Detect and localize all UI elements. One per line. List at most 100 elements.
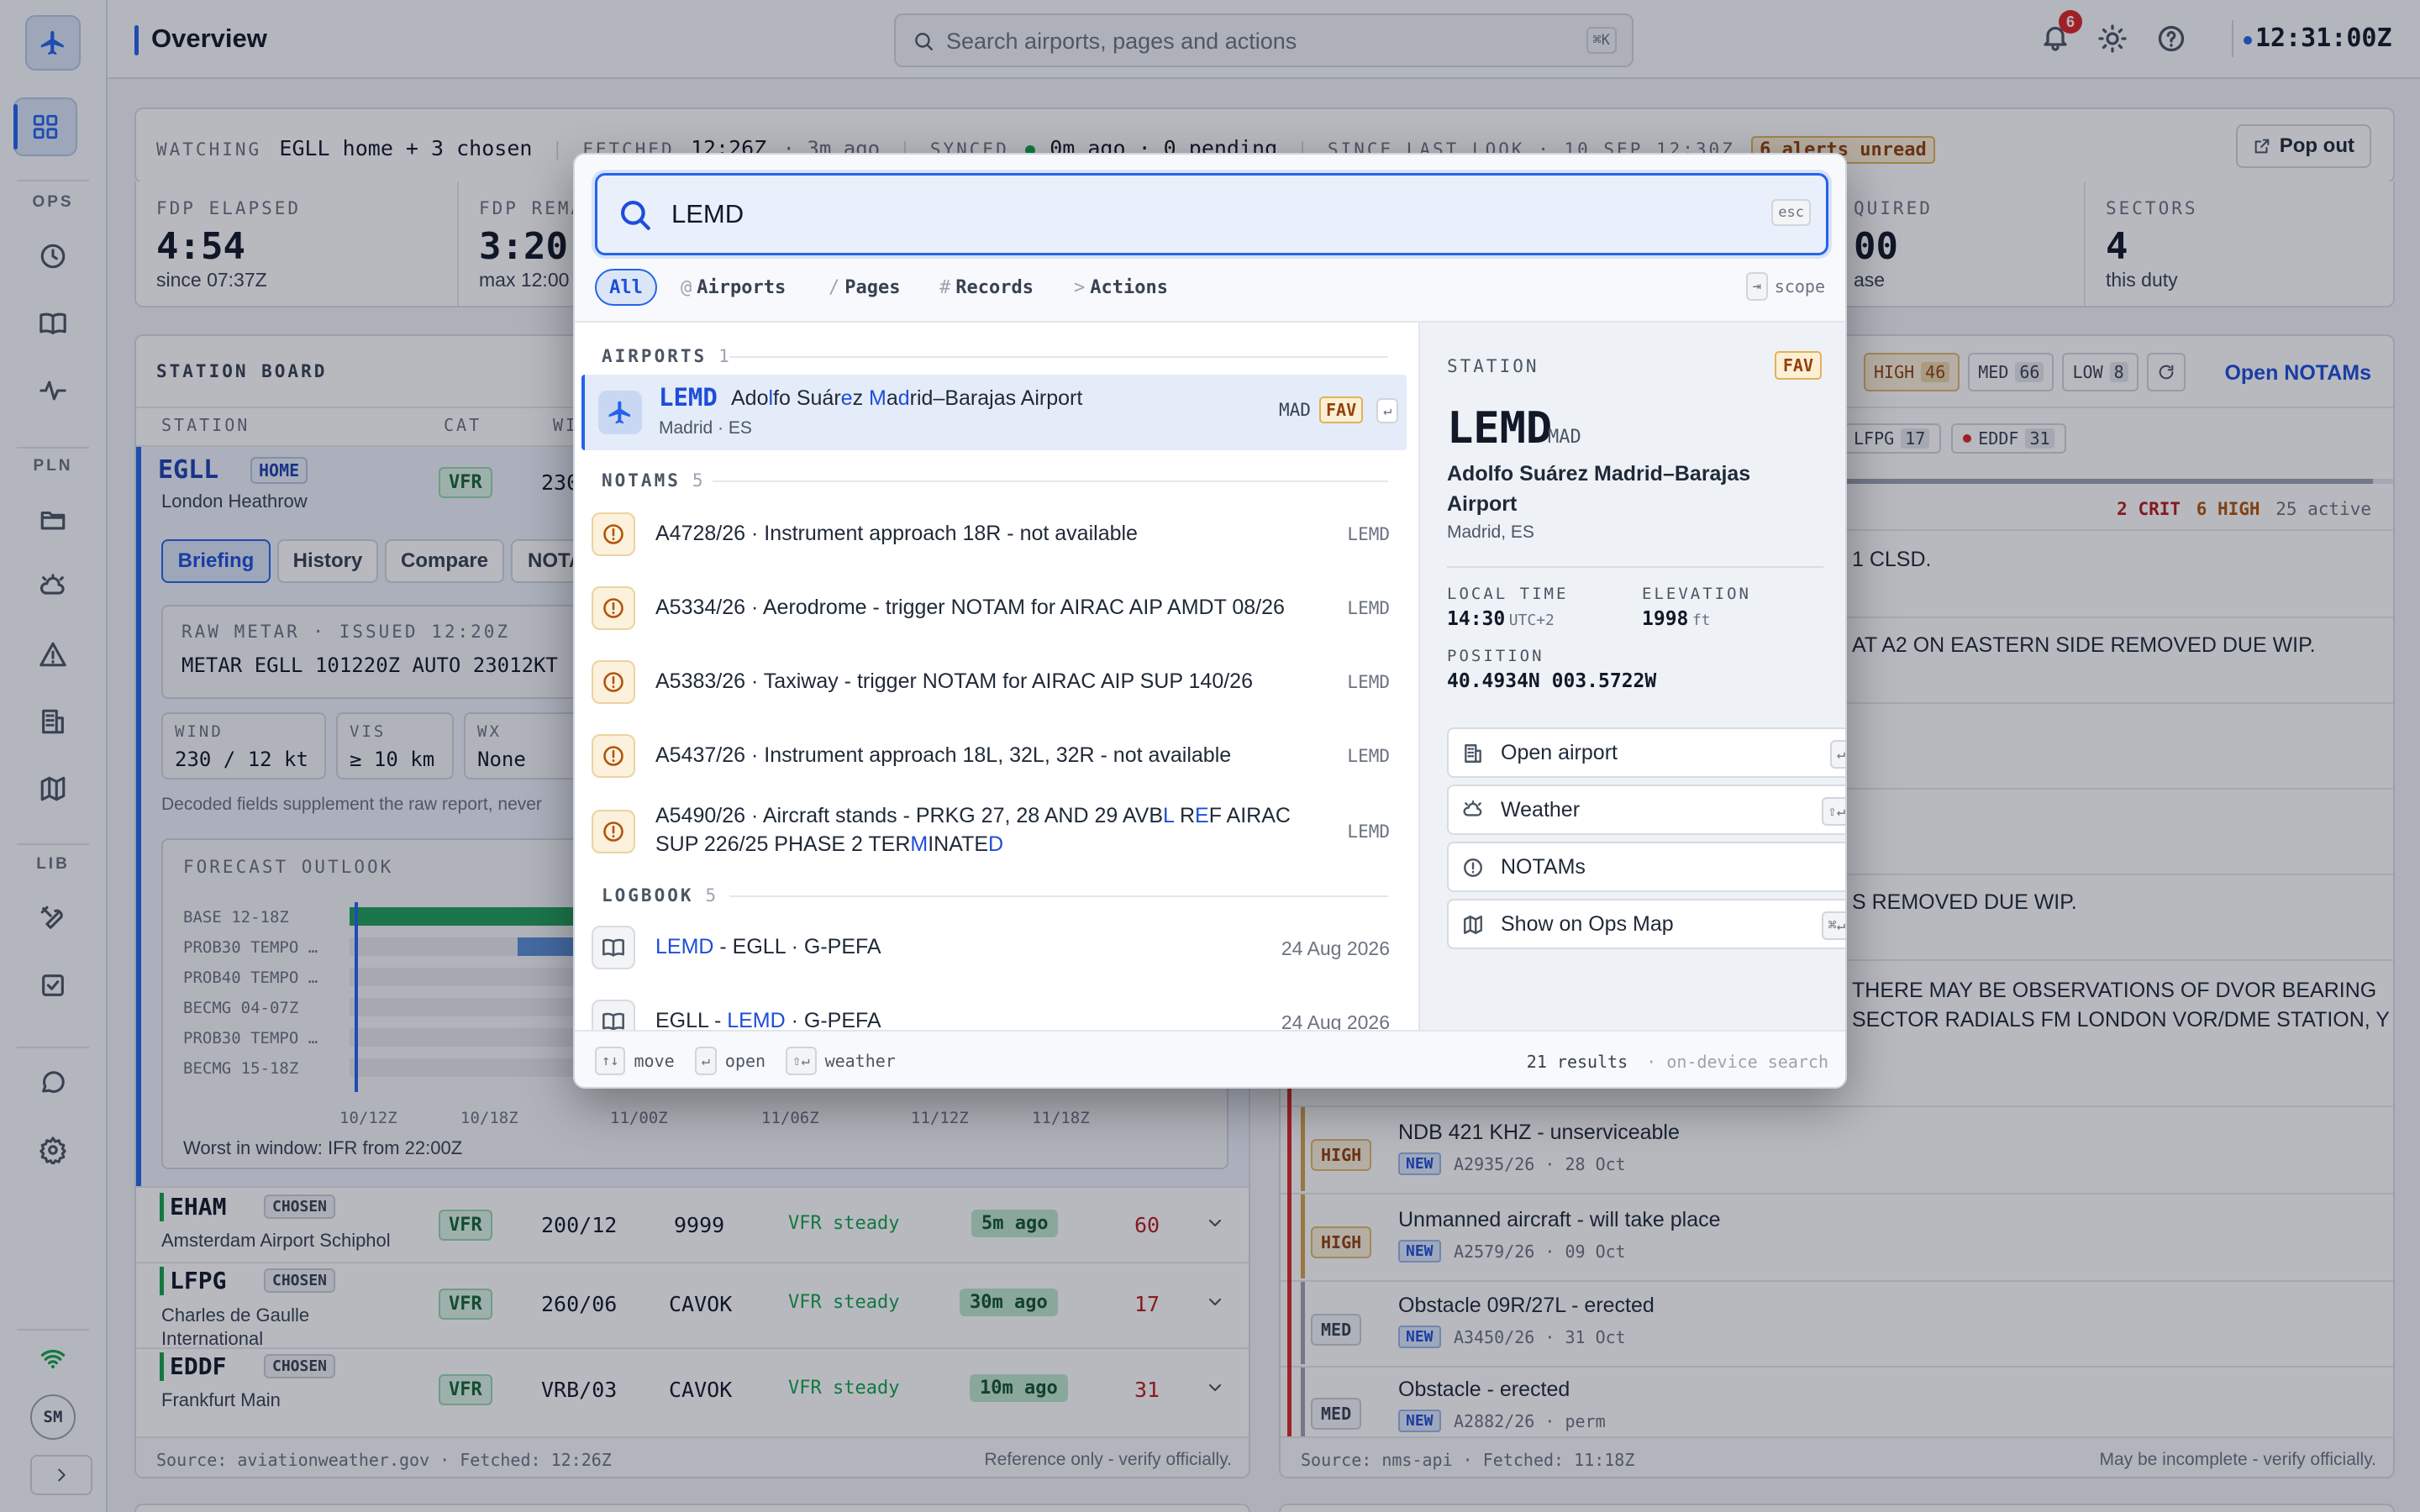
logbook-result-icon [592, 1000, 635, 1030]
airport-iata: MAD [1279, 400, 1311, 420]
search-query: LEMD [671, 199, 744, 228]
logbook-date: 24 Aug 2026 [1281, 1011, 1390, 1030]
tab-label: Airports [697, 276, 786, 298]
result-logbook[interactable]: EGLL - LEMD · G-PEFA 24 Aug 2026 [581, 986, 1407, 1030]
preview-place: Madrid, ES [1447, 522, 1534, 542]
map-icon [1464, 916, 1482, 934]
result-logbook[interactable]: LEMD - EGLL · G-PEFA 24 Aug 2026 [581, 912, 1407, 983]
building-icon [1465, 744, 1481, 763]
logbook-result-text: EGLL - LEMD · G-PEFA [655, 1009, 881, 1030]
notam-result-code: LEMD [1347, 672, 1390, 692]
filter-tab-all[interactable]: All [595, 269, 657, 306]
filter-tab-airports[interactable]: @ Airports [681, 269, 786, 306]
local-time-label: LOCAL TIME [1447, 585, 1569, 603]
airport-location: Madrid · ES [659, 418, 752, 438]
action-open-airport[interactable]: Open airport ↵ [1447, 727, 1845, 778]
action-weather[interactable]: Weather ⇧↵ [1447, 785, 1845, 835]
airport-name: Adolfo Suárez Madrid–Barajas Airport [731, 386, 1083, 410]
preview-name: Adolfo Suárez Madrid–Barajas Airport [1447, 462, 1751, 516]
enter-key: ↵ [1376, 398, 1399, 423]
local-time: 14:30 UTC+2 [1447, 608, 1555, 630]
section-logbook: LOGBOOK 5 [602, 885, 719, 906]
alert-circle-icon [603, 822, 623, 842]
esc-key[interactable]: esc [1771, 199, 1811, 226]
notam-result-icon [592, 586, 635, 630]
notam-result-text: A5334/26 · Aerodrome - trigger NOTAM for… [655, 596, 1285, 619]
alert-circle-icon [603, 598, 623, 618]
action-key: ⌘↵ [1821, 911, 1845, 940]
divider [1447, 566, 1823, 568]
alert-circle-icon [603, 524, 623, 544]
scope-hint: ⇥ scope [1745, 272, 1825, 301]
tab-label: Actions [1090, 276, 1168, 298]
scope-key: ⇥ [1745, 272, 1768, 301]
logbook-result-icon [592, 926, 635, 969]
action-label: NOTAMs [1501, 854, 1586, 879]
airport-result-icon [598, 391, 642, 434]
filter-tab-pages[interactable]: / Pages [829, 269, 900, 306]
action-label: Show on Ops Map [1501, 911, 1674, 936]
weather-key: ⇧↵ [786, 1047, 817, 1075]
palette-footer: ↑↓ move ↵ open ⇧↵ weather 21 results · on-d… [575, 1030, 1845, 1087]
move-key: ↑↓ [595, 1047, 626, 1075]
result-notam[interactable]: A5383/26 · Taxiway - trigger NOTAM for A… [581, 647, 1407, 717]
command-palette: LEMD esc All @ Airports / Pages # Records >… [573, 153, 1847, 1089]
elevation-label: ELEVATION [1642, 585, 1751, 603]
preview-pane: STATION FAV LEMD MAD Adolfo Suárez Madri… [1418, 323, 1845, 1030]
position-label: POSITION [1447, 647, 1544, 665]
filter-tab-records[interactable]: # Records [939, 269, 1034, 306]
book-icon [602, 1012, 624, 1030]
logbook-date: 24 Aug 2026 [1281, 937, 1390, 959]
notam-result-text: A5490/26 · Aircraft stands - PRKG 27, 28… [655, 804, 1291, 856]
palette-search-input[interactable]: LEMD esc [595, 173, 1828, 255]
alert-circle-icon [603, 746, 623, 766]
elevation: 1998 ft [1642, 608, 1711, 630]
notam-result-icon [592, 512, 635, 556]
result-notam[interactable]: A5490/26 · Aircraft stands - PRKG 27, 28… [581, 793, 1407, 870]
preview-iata: MAD [1548, 427, 1581, 448]
action-key: ↵ [1829, 740, 1845, 769]
result-notam[interactable]: A5334/26 · Aerodrome - trigger NOTAM for… [581, 573, 1407, 643]
tab-prefix: # [939, 276, 951, 298]
move-hint: move [634, 1051, 675, 1071]
action-show-on-map[interactable]: Show on Ops Map ⌘↵ [1447, 899, 1845, 949]
notam-result-code: LEMD [1347, 524, 1390, 544]
notam-result-code: LEMD [1347, 822, 1390, 842]
preview-label: STATION [1447, 356, 1539, 376]
weather-icon [1463, 800, 1482, 816]
open-key: ↵ [694, 1047, 717, 1075]
results-count: 21 results · on-device search [1526, 1052, 1828, 1072]
notam-result-text: A4728/26 · Instrument approach 18R - not… [655, 522, 1138, 545]
tab-label: Records [955, 276, 1034, 298]
section-notams: NOTAMS 5 [602, 470, 706, 491]
airport-code: LEMD [659, 383, 718, 412]
result-notam[interactable]: A5437/26 · Instrument approach 18L, 32L,… [581, 721, 1407, 791]
tab-prefix: > [1074, 276, 1086, 298]
position-value: 40.4934N 003.5722W [1447, 670, 1657, 692]
fav-badge: FAV [1319, 396, 1364, 423]
result-notam[interactable]: A4728/26 · Instrument approach 18R - not… [581, 499, 1407, 570]
tab-label: All [609, 276, 643, 298]
tab-label: Pages [844, 276, 901, 298]
weather-hint: weather [824, 1051, 896, 1071]
tab-prefix: / [829, 276, 840, 298]
fav-badge[interactable]: FAV [1774, 351, 1822, 380]
plane-icon [608, 401, 630, 424]
results-list: AIRPORTS 1 LEMD Adolfo Suárez Madrid–Bara… [575, 323, 1415, 1030]
notam-result-icon [592, 734, 635, 778]
alert-circle-icon [603, 672, 623, 692]
filter-tab-actions[interactable]: > Actions [1074, 269, 1168, 306]
notam-result-text: A5383/26 · Taxiway - trigger NOTAM for A… [655, 669, 1253, 693]
result-airport[interactable]: LEMD Adolfo Suárez Madrid–Barajas Airpor… [581, 375, 1407, 450]
keyboard-hints: ↑↓ move ↵ open ⇧↵ weather [595, 1047, 896, 1075]
notam-result-text: A5437/26 · Instrument approach 18L, 32L,… [655, 743, 1232, 767]
section-airports: AIRPORTS 1 [602, 346, 732, 366]
search-icon [621, 201, 650, 230]
action-key: ⇧↵ [1821, 797, 1845, 826]
tab-prefix: @ [681, 276, 692, 298]
action-label: Open airport [1501, 740, 1618, 764]
book-icon [602, 938, 624, 957]
logbook-result-text: LEMD - EGLL · G-PEFA [655, 935, 881, 958]
action-notams[interactable]: NOTAMs [1447, 842, 1845, 892]
open-hint: open [724, 1051, 766, 1071]
